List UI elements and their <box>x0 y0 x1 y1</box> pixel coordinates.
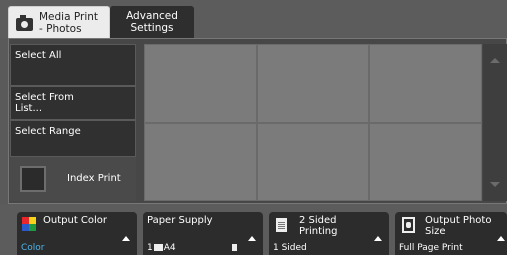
two-sided-printing-title: 2 Sided Printing <box>299 215 338 237</box>
tab-label: Advanced Settings <box>126 10 178 34</box>
photo-thumbnail[interactable] <box>257 45 369 122</box>
tab-advanced-settings[interactable]: Advanced Settings <box>110 6 194 39</box>
output-color-value: Color <box>21 243 45 253</box>
chevron-up-icon <box>248 236 256 241</box>
photo-thumbnail[interactable] <box>145 45 256 122</box>
scroll-up-icon[interactable] <box>490 58 500 63</box>
index-print-label: Index Print <box>67 173 121 184</box>
paper-tray-number: 1 <box>147 243 153 253</box>
paper-supply-title: Paper Supply <box>147 215 213 226</box>
photo-thumbnail[interactable] <box>145 123 256 200</box>
paper-supply-button[interactable]: Paper Supply 1 A4 <box>143 212 263 255</box>
select-from-list-label: Select From List... <box>15 92 74 114</box>
tab-label: Media Print - Photos <box>39 11 99 35</box>
paper-orientation-icon <box>232 244 237 251</box>
index-print-toggle[interactable]: Index Print <box>10 157 136 201</box>
photo-thumbnail[interactable] <box>370 123 481 200</box>
tab-media-print-photos[interactable]: Media Print - Photos <box>8 6 110 39</box>
chevron-up-icon <box>497 236 505 241</box>
vertical-scrollbar[interactable] <box>483 44 507 201</box>
output-photo-size-title: Output Photo Size <box>425 215 492 237</box>
paper-supply-value: 1 A4 <box>147 243 176 253</box>
scroll-down-icon[interactable] <box>490 182 500 187</box>
photo-thumbnail-grid <box>144 44 482 201</box>
feature-bar: Output Color Color Paper Supply 1 A4 2 Si… <box>0 204 507 255</box>
paper-tray-icon <box>153 244 163 251</box>
two-sided-printing-button[interactable]: 2 Sided Printing 1 Sided <box>269 212 389 255</box>
chevron-up-icon <box>374 236 382 241</box>
output-color-title: Output Color <box>43 215 108 226</box>
tab-bar: Media Print - Photos Advanced Settings <box>0 0 507 39</box>
output-color-button[interactable]: Output Color Color <box>17 212 137 255</box>
color-swatch-icon <box>22 217 36 231</box>
select-range-button[interactable]: Select Range <box>10 120 136 157</box>
output-photo-size-value: Full Page Print <box>399 243 463 253</box>
select-from-list-button[interactable]: Select From List... <box>10 86 136 120</box>
photo-size-icon <box>402 217 415 233</box>
document-icon <box>276 218 287 232</box>
photo-thumbnail[interactable] <box>370 45 481 122</box>
select-range-label: Select Range <box>15 126 81 137</box>
select-all-button[interactable]: Select All <box>10 44 136 86</box>
two-sided-printing-value: 1 Sided <box>273 243 307 253</box>
photo-thumbnail[interactable] <box>257 123 369 200</box>
chevron-up-icon <box>122 236 130 241</box>
paper-size: A4 <box>163 243 176 253</box>
camera-icon <box>16 15 33 31</box>
output-photo-size-button[interactable]: Output Photo Size Full Page Print <box>395 212 507 255</box>
select-all-label: Select All <box>15 50 62 61</box>
index-print-checkbox[interactable] <box>20 166 46 192</box>
